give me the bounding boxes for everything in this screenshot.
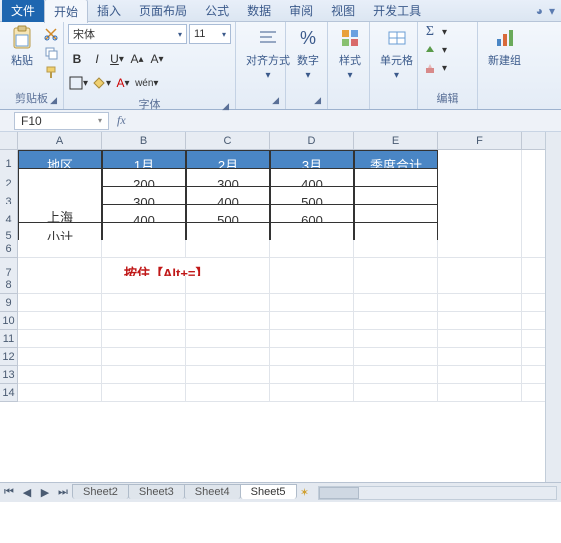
number-button[interactable]: %数字▾	[290, 24, 326, 83]
autosum-icon[interactable]: Σ	[422, 24, 438, 40]
group-label-edit: 编辑	[422, 89, 473, 107]
tab-view[interactable]: 视图	[322, 0, 364, 22]
tab-review[interactable]: 审阅	[280, 0, 322, 22]
font-name-combo[interactable]: 宋体▾	[68, 24, 187, 44]
worksheet-grid[interactable]: ABCDEFG1地区1月2月3月季度合计2上海20030040033004005…	[0, 132, 561, 502]
sheet-tab[interactable]: Sheet4	[184, 484, 241, 499]
cells-icon	[385, 26, 409, 50]
grow-font-button[interactable]: A▴	[128, 50, 146, 68]
format-painter-icon[interactable]	[43, 64, 59, 80]
tab-nav-prev-icon[interactable]: ◀	[18, 486, 36, 499]
tab-nav-last-icon[interactable]: ⏭	[54, 486, 72, 499]
clipboard-icon	[10, 26, 34, 50]
ribbon-tabs: 文件 开始 插入 页面布局 公式 数据 审阅 视图 开发工具 ◕ ▾	[0, 0, 561, 22]
font-color-button[interactable]: A▾	[114, 74, 132, 92]
help-icon[interactable]: ◕	[536, 4, 543, 18]
tab-insert[interactable]: 插入	[88, 0, 130, 22]
dialog-launcher-icon[interactable]: ◢	[50, 95, 57, 106]
border-button[interactable]: ▾	[68, 74, 89, 92]
scrollbar-vertical[interactable]	[545, 132, 561, 482]
ribbon-body: 粘贴 剪贴板◢ 宋体▾ 11▾ B I U▾ A▴ A▾ ▾	[0, 22, 561, 110]
tab-layout[interactable]: 页面布局	[130, 0, 196, 22]
style-icon	[338, 26, 362, 50]
underline-button[interactable]: U▾	[108, 50, 126, 68]
name-box[interactable]: F10▾	[14, 112, 109, 130]
dialog-launcher-icon[interactable]: ◢	[222, 101, 229, 112]
fx-icon[interactable]: fx	[117, 113, 126, 128]
dialog-launcher-icon[interactable]: ◢	[314, 95, 321, 106]
sheet-tab[interactable]: Sheet2	[72, 484, 129, 499]
dialog-launcher-icon[interactable]: ◢	[272, 95, 279, 106]
sheet-tab-active[interactable]: Sheet5	[240, 484, 297, 499]
scrollbar-horizontal[interactable]	[318, 486, 558, 500]
fill-icon[interactable]	[422, 42, 438, 58]
clear-icon[interactable]	[422, 60, 438, 76]
shrink-font-button[interactable]: A▾	[148, 50, 166, 68]
paste-label: 粘贴	[11, 52, 33, 68]
cells-button[interactable]: 单元格▾	[374, 24, 419, 83]
group-label-clipboard: 剪贴板◢	[4, 89, 59, 107]
tab-formula[interactable]: 公式	[196, 0, 238, 22]
style-button[interactable]: 样式▾	[332, 24, 368, 83]
copy-icon[interactable]	[43, 45, 59, 61]
formula-bar: F10▾ fx	[0, 110, 561, 132]
chart-icon	[493, 26, 517, 50]
sheet-tab[interactable]: Sheet3	[128, 484, 185, 499]
paste-button[interactable]: 粘贴	[4, 24, 40, 70]
align-icon	[256, 26, 280, 50]
cut-icon[interactable]	[43, 26, 59, 42]
tab-nav-first-icon[interactable]: ⏮	[0, 486, 18, 499]
tab-data[interactable]: 数据	[238, 0, 280, 22]
font-size-combo[interactable]: 11▾	[189, 24, 231, 44]
minimize-ribbon-icon[interactable]: ▾	[549, 4, 555, 18]
newgroup-button[interactable]: 新建组	[482, 24, 527, 70]
sheet-tabs-bar: ⏮ ◀ ▶ ⏭ Sheet2 Sheet3 Sheet4 Sheet5 ✶	[0, 482, 561, 502]
group-label-font: 字体◢	[68, 95, 231, 113]
tab-file[interactable]: 文件	[2, 0, 44, 22]
fill-color-button[interactable]: ▾	[91, 74, 112, 92]
tab-nav-next-icon[interactable]: ▶	[36, 486, 54, 499]
italic-button[interactable]: I	[88, 50, 106, 68]
tab-home[interactable]: 开始	[44, 0, 88, 23]
bold-button[interactable]: B	[68, 50, 86, 68]
new-sheet-icon[interactable]: ✶	[296, 486, 314, 499]
phonetic-button[interactable]: wén▾	[134, 74, 159, 92]
percent-icon: %	[296, 26, 320, 50]
tab-dev[interactable]: 开发工具	[364, 0, 430, 22]
